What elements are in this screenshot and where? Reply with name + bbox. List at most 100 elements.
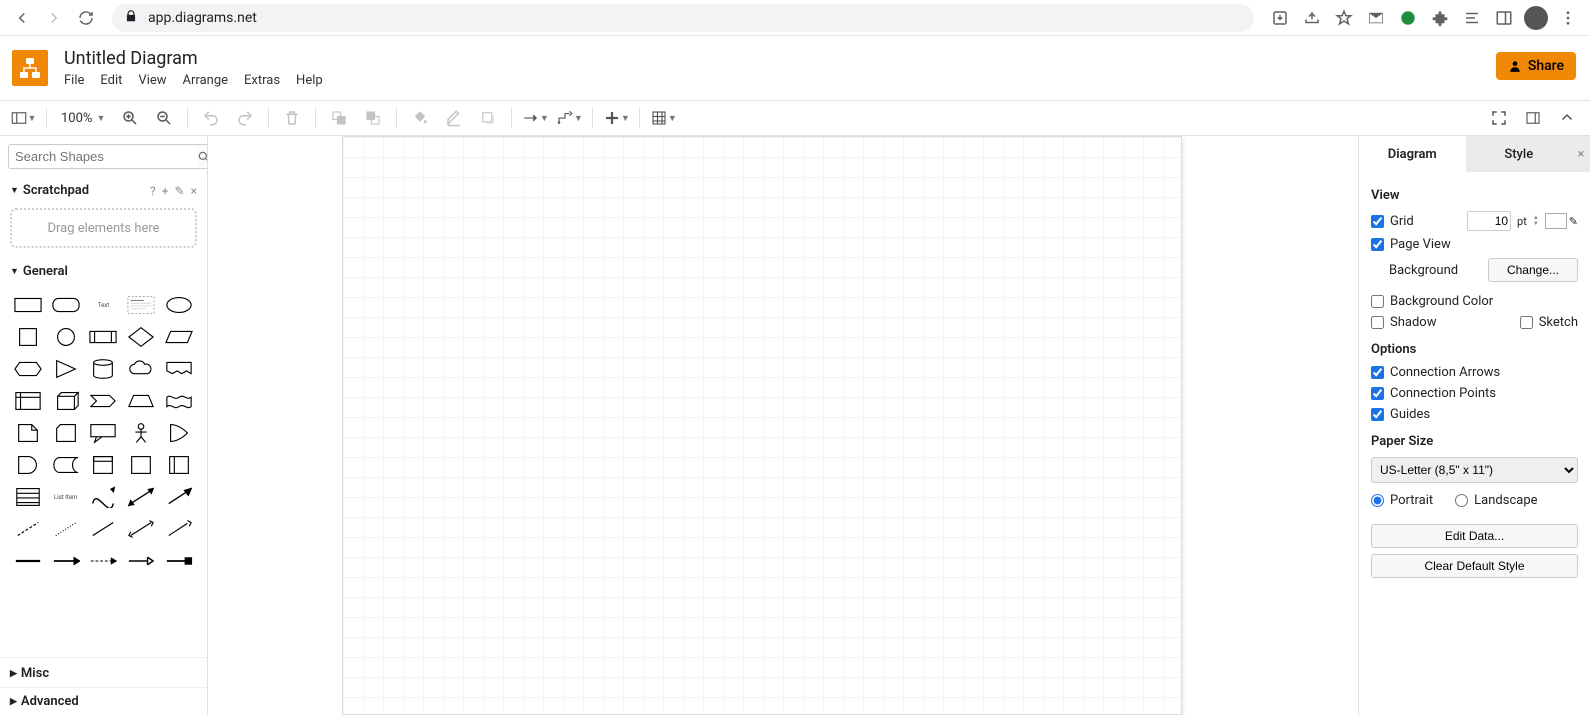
menu-extras[interactable]: Extras: [244, 73, 280, 88]
document-title[interactable]: Untitled Diagram: [64, 48, 323, 69]
sketch-checkbox[interactable]: [1520, 316, 1533, 329]
menu-help[interactable]: Help: [296, 73, 323, 88]
shape-actor[interactable]: [123, 419, 159, 447]
scratchpad-close-icon[interactable]: ×: [191, 184, 197, 198]
browser-forward-button[interactable]: [40, 4, 68, 32]
shape-text[interactable]: Text: [86, 291, 122, 319]
shape-triangle[interactable]: [48, 355, 84, 383]
shape-textbox[interactable]: [123, 291, 159, 319]
shape-cylinder[interactable]: [86, 355, 122, 383]
zoom-dropdown[interactable]: 100%▼: [55, 111, 111, 126]
zoom-out-button[interactable]: [149, 104, 179, 132]
shape-rounded-rect[interactable]: [48, 291, 84, 319]
misc-header[interactable]: ▶ Misc: [0, 657, 207, 687]
paper-size-select[interactable]: US-Letter (8,5" x 11"): [1371, 457, 1578, 483]
connection-button[interactable]: ▼: [520, 104, 550, 132]
shape-list[interactable]: [10, 483, 46, 511]
waypoints-button[interactable]: ▼: [554, 104, 584, 132]
reading-list-icon[interactable]: [1458, 4, 1486, 32]
mail-icon[interactable]: [1362, 4, 1390, 32]
redo-button[interactable]: [230, 104, 260, 132]
shape-card[interactable]: [48, 419, 84, 447]
shape-tape[interactable]: [161, 387, 197, 415]
guides-checkbox[interactable]: [1371, 408, 1384, 421]
sidebar-toggle-button[interactable]: ▼: [8, 104, 38, 132]
scratchpad-edit-icon[interactable]: ✎: [175, 184, 185, 198]
grid-size-input[interactable]: [1467, 211, 1511, 231]
shape-bidirectional-arrow[interactable]: [123, 483, 159, 511]
shape-document[interactable]: [161, 355, 197, 383]
scratchpad-header[interactable]: ▼ Scratchpad ? + ✎ ×: [0, 177, 207, 204]
grid-color-swatch[interactable]: [1545, 213, 1567, 229]
install-app-icon[interactable]: [1266, 4, 1294, 32]
bookmark-star-icon[interactable]: [1330, 4, 1358, 32]
browser-menu-icon[interactable]: [1554, 4, 1582, 32]
scratchpad-help-icon[interactable]: ?: [150, 184, 156, 198]
profile-avatar[interactable]: [1522, 4, 1550, 32]
shape-container-plain[interactable]: [123, 451, 159, 479]
shape-link[interactable]: [10, 547, 46, 575]
shape-link4[interactable]: [123, 547, 159, 575]
shape-callout[interactable]: [86, 419, 122, 447]
menu-view[interactable]: View: [138, 73, 166, 88]
shape-arrow[interactable]: [161, 483, 197, 511]
search-shapes-input[interactable]: [8, 144, 197, 169]
shape-diamond[interactable]: [123, 323, 159, 351]
shape-trapezoid[interactable]: [123, 387, 159, 415]
shape-dotted-line[interactable]: [48, 515, 84, 543]
bgcolor-checkbox[interactable]: [1371, 295, 1384, 308]
delete-button[interactable]: [277, 104, 307, 132]
scratchpad-dropzone[interactable]: Drag elements here: [10, 208, 197, 248]
line-color-button[interactable]: [439, 104, 469, 132]
shape-link5[interactable]: [161, 547, 197, 575]
edit-data-button[interactable]: Edit Data...: [1371, 524, 1578, 548]
extensions-puzzle-icon[interactable]: [1426, 4, 1454, 32]
page-view-checkbox[interactable]: [1371, 238, 1384, 251]
extension-green-icon[interactable]: [1394, 4, 1422, 32]
table-button[interactable]: ▼: [648, 104, 678, 132]
app-logo[interactable]: [12, 50, 48, 86]
shadow-checkbox[interactable]: [1371, 316, 1384, 329]
tab-style[interactable]: Style: [1466, 136, 1573, 172]
grid-spinner[interactable]: ▲▼: [1533, 215, 1539, 227]
search-button[interactable]: [197, 144, 208, 169]
shape-container-vert[interactable]: [161, 451, 197, 479]
fullscreen-button[interactable]: [1484, 104, 1514, 132]
canvas[interactable]: [208, 136, 1358, 715]
portrait-radio[interactable]: [1371, 494, 1384, 507]
shape-dashed-line[interactable]: [10, 515, 46, 543]
shape-step[interactable]: [86, 387, 122, 415]
menu-arrange[interactable]: Arrange: [183, 73, 228, 88]
shape-or[interactable]: [161, 419, 197, 447]
shape-data-storage[interactable]: [48, 451, 84, 479]
shadow-button[interactable]: [473, 104, 503, 132]
shape-hexagon[interactable]: [10, 355, 46, 383]
shape-cube[interactable]: [48, 387, 84, 415]
advanced-header[interactable]: ▶ Advanced: [0, 687, 207, 715]
shape-square[interactable]: [10, 323, 46, 351]
pencil-icon[interactable]: ✎: [1569, 215, 1578, 228]
tab-diagram[interactable]: Diagram: [1359, 136, 1466, 172]
shape-note[interactable]: [10, 419, 46, 447]
share-url-icon[interactable]: [1298, 4, 1326, 32]
general-header[interactable]: ▼ General: [0, 258, 207, 285]
shape-bidir-connector[interactable]: [123, 515, 159, 543]
undo-button[interactable]: [196, 104, 226, 132]
shape-directional-connector[interactable]: [161, 515, 197, 543]
shape-parallelogram[interactable]: [161, 323, 197, 351]
insert-button[interactable]: ▼: [601, 104, 631, 132]
shape-rectangle[interactable]: [10, 291, 46, 319]
browser-reload-button[interactable]: [72, 4, 100, 32]
conn-arrows-checkbox[interactable]: [1371, 366, 1384, 379]
format-panel-button[interactable]: [1518, 104, 1548, 132]
conn-points-checkbox[interactable]: [1371, 387, 1384, 400]
shape-circle[interactable]: [48, 323, 84, 351]
clear-style-button[interactable]: Clear Default Style: [1371, 554, 1578, 578]
collapse-button[interactable]: [1552, 104, 1582, 132]
scratchpad-add-icon[interactable]: +: [162, 184, 169, 198]
share-button[interactable]: Share: [1496, 52, 1576, 80]
shape-ellipse[interactable]: [161, 291, 197, 319]
shape-and[interactable]: [10, 451, 46, 479]
zoom-in-button[interactable]: [115, 104, 145, 132]
browser-back-button[interactable]: [8, 4, 36, 32]
